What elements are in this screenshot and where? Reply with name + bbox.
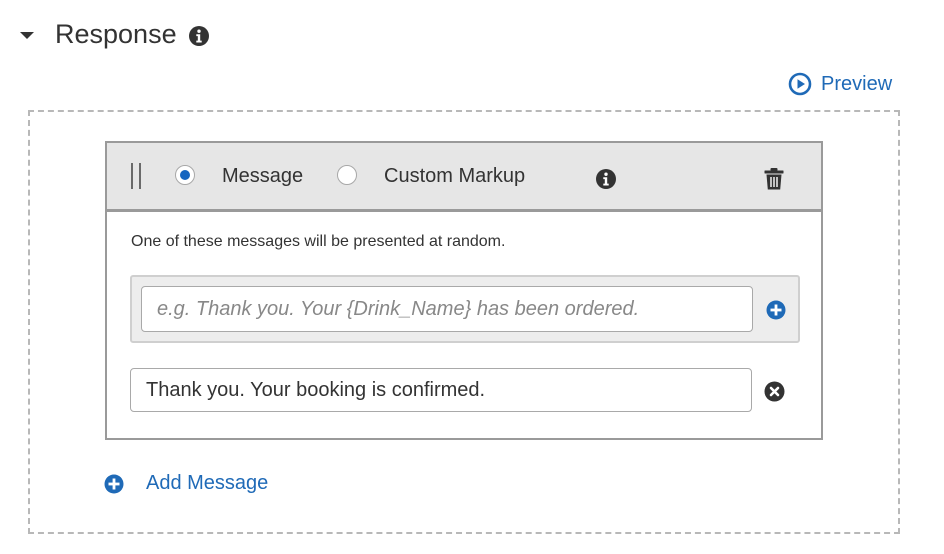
add-message-label[interactable]: Add Message bbox=[146, 472, 268, 495]
caret-down-icon[interactable] bbox=[20, 32, 34, 39]
response-editor: Response Preview Message Custom Markup O… bbox=[0, 0, 944, 554]
random-note: One of these messages will be presented … bbox=[131, 233, 506, 250]
message-group-card: Message Custom Markup One of these messa… bbox=[105, 141, 823, 440]
new-message-input[interactable] bbox=[141, 286, 753, 332]
radio-message-label[interactable]: Message bbox=[222, 165, 303, 187]
trash-icon[interactable] bbox=[763, 167, 785, 191]
info-icon[interactable] bbox=[188, 25, 210, 47]
radio-custom-markup[interactable] bbox=[337, 165, 357, 185]
card-header: Message Custom Markup bbox=[107, 143, 821, 212]
add-message-button[interactable]: Add Message bbox=[104, 472, 268, 495]
preview-label[interactable]: Preview bbox=[821, 73, 892, 96]
message-input[interactable] bbox=[130, 368, 752, 412]
plus-circle-icon[interactable] bbox=[104, 474, 124, 494]
remove-circle-icon[interactable] bbox=[764, 381, 785, 402]
plus-circle-icon[interactable] bbox=[766, 300, 786, 320]
info-icon[interactable] bbox=[595, 168, 617, 190]
section-title: Response bbox=[55, 18, 177, 49]
radio-message[interactable] bbox=[175, 165, 195, 185]
response-section-header[interactable]: Response bbox=[20, 14, 210, 54]
radio-custom-markup-label[interactable]: Custom Markup bbox=[384, 165, 525, 187]
play-circle-icon[interactable] bbox=[788, 72, 812, 96]
drag-handle-icon[interactable] bbox=[131, 163, 145, 189]
preview-link[interactable]: Preview bbox=[788, 72, 892, 96]
new-message-row bbox=[130, 275, 800, 343]
